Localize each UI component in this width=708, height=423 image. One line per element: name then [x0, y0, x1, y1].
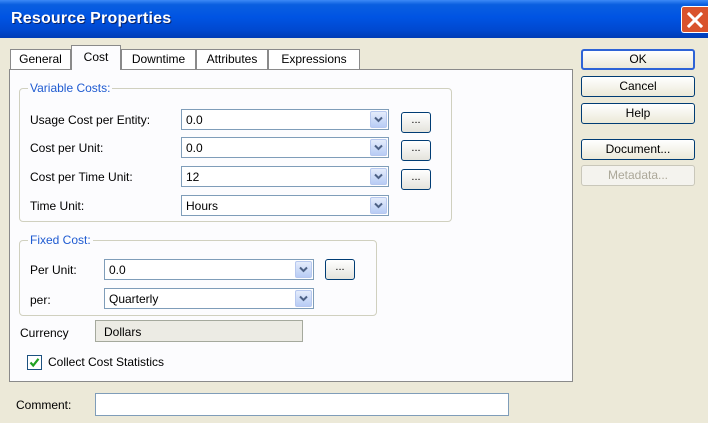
- comment-input[interactable]: [95, 393, 509, 416]
- time-unit-label: Time Unit:: [30, 199, 85, 213]
- chevron-down-icon[interactable]: [370, 168, 387, 185]
- tab-general[interactable]: General: [10, 49, 71, 69]
- per-label: per:: [30, 293, 51, 307]
- comment-label: Comment:: [16, 398, 72, 412]
- usage-cost-value: 0.0: [186, 113, 203, 127]
- cost-per-time-unit-value: 12: [186, 170, 200, 184]
- cost-per-time-unit-label: Cost per Time Unit:: [30, 170, 133, 184]
- cost-per-unit-combo[interactable]: 0.0: [181, 137, 389, 158]
- tab-downtime[interactable]: Downtime: [121, 49, 196, 69]
- per-combo[interactable]: Quarterly: [104, 288, 314, 309]
- chevron-down-icon[interactable]: [295, 261, 312, 278]
- usage-cost-label: Usage Cost per Entity:: [30, 113, 151, 127]
- time-unit-value: Hours: [186, 199, 219, 213]
- title-bar[interactable]: Resource Properties: [0, 0, 708, 38]
- cancel-button[interactable]: Cancel: [581, 76, 695, 97]
- chevron-down-icon[interactable]: [370, 111, 387, 128]
- cost-per-unit-ellipsis-button[interactable]: ...: [401, 140, 431, 161]
- collect-cost-statistics-checkbox[interactable]: [27, 355, 42, 370]
- usage-cost-combo[interactable]: 0.0: [181, 109, 389, 130]
- cost-per-time-unit-ellipsis-button[interactable]: ...: [401, 169, 431, 190]
- time-unit-combo[interactable]: Hours: [181, 195, 389, 216]
- variable-costs-title: Variable Costs:: [28, 81, 113, 95]
- currency-field: Dollars: [95, 320, 303, 342]
- tab-cost[interactable]: Cost: [71, 45, 121, 70]
- resource-properties-dialog: Resource Properties General Cost Downtim…: [0, 0, 708, 423]
- chevron-down-icon[interactable]: [370, 139, 387, 156]
- metadata-button[interactable]: Metadata...: [581, 165, 695, 186]
- cost-per-unit-label: Cost per Unit:: [30, 141, 104, 155]
- help-button[interactable]: Help: [581, 103, 695, 124]
- chevron-down-icon[interactable]: [370, 197, 387, 214]
- per-unit-ellipsis-button[interactable]: ...: [325, 259, 355, 280]
- cost-per-unit-value: 0.0: [186, 141, 203, 155]
- checkmark-icon: [29, 358, 40, 368]
- ok-button[interactable]: OK: [581, 49, 695, 70]
- window-title: Resource Properties: [11, 10, 172, 27]
- chevron-down-icon[interactable]: [295, 290, 312, 307]
- cost-per-time-unit-combo[interactable]: 12: [181, 166, 389, 187]
- document-button[interactable]: Document...: [581, 139, 695, 160]
- close-icon: [687, 12, 703, 28]
- per-unit-value: 0.0: [109, 263, 126, 277]
- close-button[interactable]: [681, 6, 708, 33]
- per-unit-label: Per Unit:: [30, 263, 77, 277]
- collect-cost-statistics-label[interactable]: Collect Cost Statistics: [48, 355, 164, 369]
- fixed-cost-title: Fixed Cost:: [28, 233, 93, 247]
- usage-cost-ellipsis-button[interactable]: ...: [401, 112, 431, 133]
- currency-value: Dollars: [104, 325, 142, 339]
- per-value: Quarterly: [109, 292, 159, 306]
- tab-expressions[interactable]: Expressions: [268, 49, 360, 69]
- tab-attributes[interactable]: Attributes: [196, 49, 268, 69]
- per-unit-combo[interactable]: 0.0: [104, 259, 314, 280]
- currency-label: Currency: [20, 326, 69, 340]
